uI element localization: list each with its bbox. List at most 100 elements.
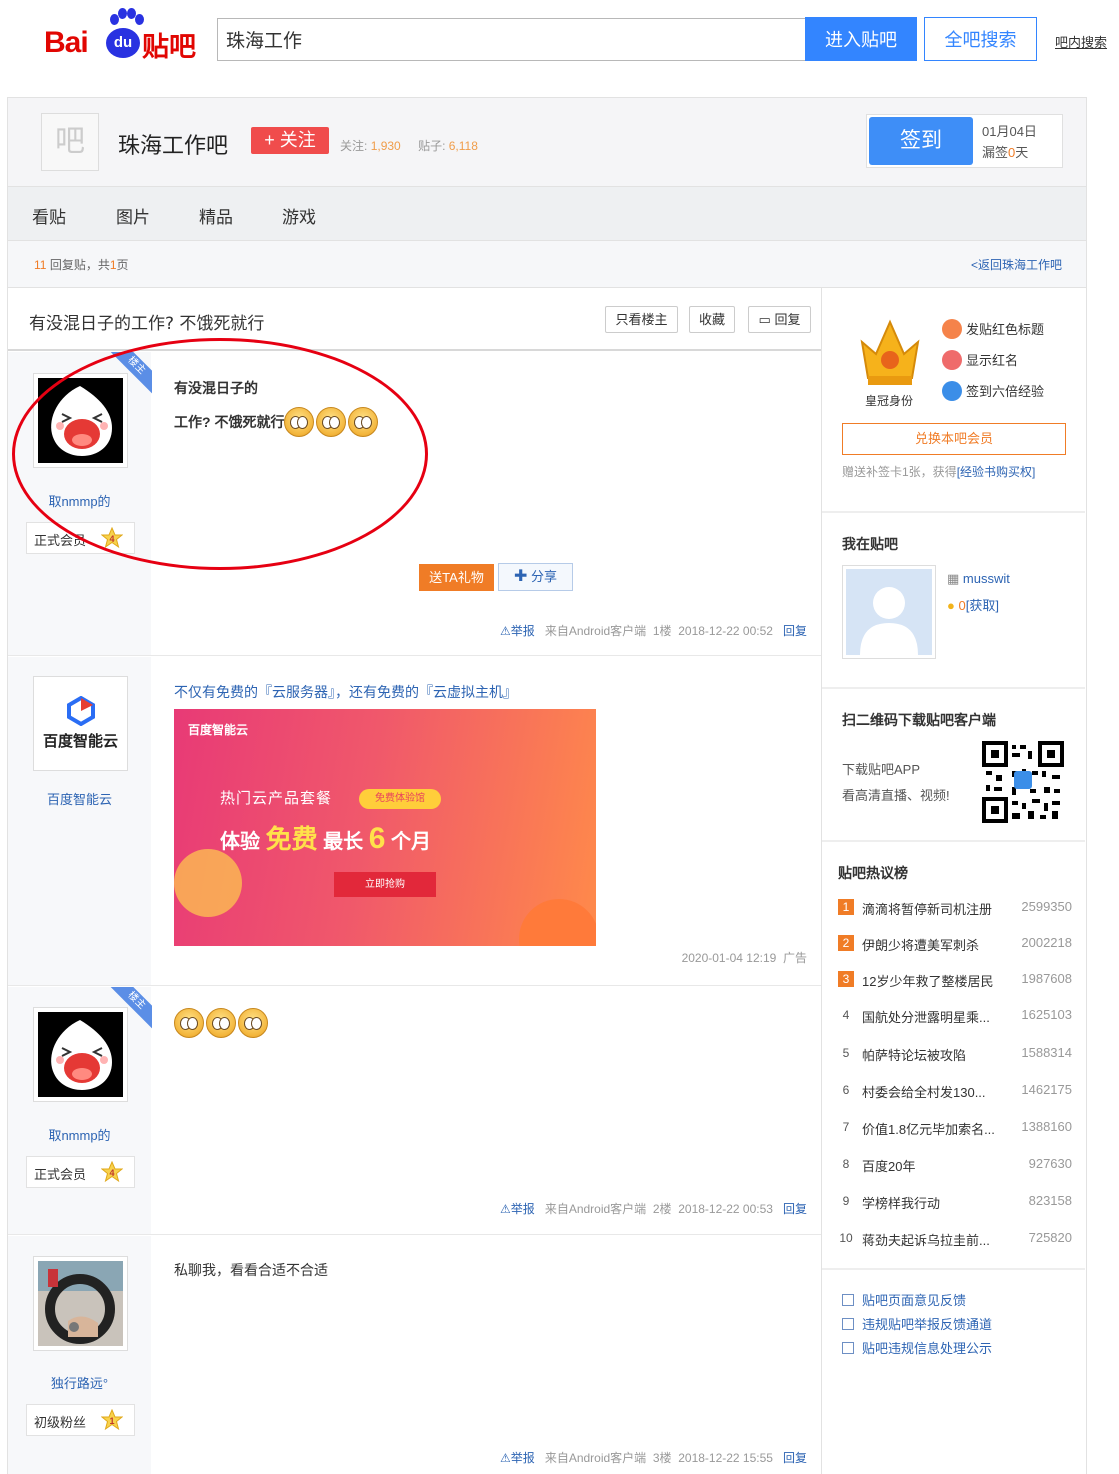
follow-button[interactable]: + 关注	[251, 127, 329, 154]
avatar[interactable]	[33, 1007, 128, 1102]
send-gift-button[interactable]: 送TA礼物	[419, 564, 494, 591]
hot-item[interactable]: 9 学榜样我行动 823158	[836, 1191, 1076, 1213]
reply-count: 11 回复贴，共1页	[34, 258, 129, 272]
tab-games[interactable]: 游戏	[282, 203, 316, 228]
user-avatar-image	[38, 1012, 123, 1097]
reply-link[interactable]: 回复	[783, 1202, 807, 1216]
only-op-button[interactable]: 只看楼主	[605, 306, 678, 333]
baidu-cloud-icon	[66, 696, 95, 726]
hot-item[interactable]: 10 蒋劲夫起诉乌拉圭前... 725820	[836, 1228, 1076, 1250]
post-content: 私聊我，看看合适不合适	[174, 1262, 328, 1278]
sidebar: 皇冠身份 发贴红色标题 显示红名 签到六倍经验 兑换本吧会员 赠送补签卡1张，获…	[822, 288, 1087, 1474]
top-bar: Bai du 贴吧 进入贴吧 全吧搜索 吧内搜索	[0, 0, 1119, 80]
ad-tag: 免费体验馆	[359, 789, 441, 809]
emoji-icon	[238, 1008, 268, 1038]
annotation-circle	[12, 338, 428, 570]
thread-title-bar: 有没混日子的工作? 不饿死就行 只看楼主 收藏 ▭ 回复	[8, 288, 821, 351]
share-button[interactable]: ✚ 分享	[498, 563, 573, 591]
plus-icon: ✚	[513, 568, 528, 585]
my-avatar[interactable]	[842, 565, 936, 659]
hot-item[interactable]: 4 国航处分泄露明星乘... 1625103	[836, 1005, 1076, 1027]
emoji-icon	[174, 1008, 204, 1038]
reply-link[interactable]: 回复	[783, 624, 807, 638]
hot-item[interactable]: 5 帕萨特论坛被攻陷 1588314	[836, 1043, 1076, 1065]
hot-item[interactable]: 8 百度20年 927630	[836, 1154, 1076, 1176]
star-level-icon: 4	[101, 1161, 123, 1183]
forum-header: 吧 珠海工作吧 + 关注 关注: 1,930 贴子: 6,118 签到 01月0…	[7, 97, 1087, 187]
ad-tail: 2020-01-04 12:19 广告	[681, 951, 807, 965]
hot-list-box: 贴吧热议榜 1 滴滴将暂停新司机注册 2599350 2 伊朗少将遭美军刺杀 20022…	[822, 842, 1085, 1270]
my-tieba-box: 我在贴吧 ▦ musswit ● 0[获取]	[822, 513, 1085, 689]
ad-banner[interactable]: 百度智能云 热门云产品套餐 免费体验馆 体验 免费 最长 6 个月 立即抢购	[174, 709, 596, 946]
hot-item[interactable]: 2 伊朗少将遭美军刺杀 2002218	[836, 933, 1076, 955]
thread-title: 有没混日子的工作? 不饿死就行	[29, 314, 265, 334]
follow-count: 1,930	[370, 139, 401, 153]
star-level-icon: 1	[101, 1409, 123, 1431]
qr-box: 扫二维码下载贴吧客户端 下载贴吧APP 看高清直播、视频!	[822, 689, 1085, 842]
report-icon	[842, 1318, 854, 1330]
forum-name[interactable]: 珠海工作吧	[118, 128, 228, 160]
ad-floor: 百度智能云 百度智能云 不仅有免费的『云服务器』，还有免费的『云虚拟主机』 百度…	[8, 657, 821, 986]
username[interactable]: 取nmmp的	[8, 1125, 151, 1144]
post-tail: ⚠举报 来自Android客户端 2楼 2018-12-22 00:53 回复	[500, 1202, 807, 1216]
post-tail: ⚠举报 来自Android客户端 1楼 2018-12-22 00:52 回复	[500, 624, 807, 638]
coin-icon: ●	[947, 598, 955, 613]
sign-exp-icon	[942, 381, 962, 401]
checkin-panel: 签到 01月04日 漏签0天	[866, 114, 1063, 168]
tab-images[interactable]: 图片	[116, 203, 150, 228]
reply-button[interactable]: ▭ 回复	[748, 306, 811, 333]
report-link[interactable]: ⚠举报	[500, 1451, 535, 1465]
forum-nav: 看贴 图片 精品 游戏	[7, 187, 1087, 240]
ad-buy-button: 立即抢购	[334, 872, 436, 897]
user-avatar-image	[38, 1261, 123, 1346]
reply-link[interactable]: 回复	[783, 1451, 807, 1465]
feedback-link[interactable]: 贴吧页面意见反馈	[842, 1290, 966, 1309]
report-channel-link[interactable]: 违规贴吧举报反馈通道	[842, 1314, 992, 1333]
vip-box: 皇冠身份 发贴红色标题 显示红名 签到六倍经验 兑换本吧会员 赠送补签卡1张，获…	[822, 288, 1085, 513]
back-to-forum-link[interactable]: <返回珠海工作吧	[971, 256, 1062, 273]
ad-text-link[interactable]: 不仅有免费的『云服务器』，还有免费的『云虚拟主机』	[174, 682, 517, 702]
forum-avatar[interactable]: 吧	[41, 113, 99, 171]
floor-post: 楼主 取nmmp的 正式会员 4 ⚠举报 来自Android客户端 2楼 201…	[8, 987, 821, 1235]
user-level-icon: ▦	[947, 571, 960, 586]
edit-icon	[842, 1294, 854, 1306]
hot-item[interactable]: 6 村委会给全村发130... 1462175	[836, 1080, 1076, 1102]
red-title-icon	[942, 319, 962, 339]
default-user-icon	[846, 569, 932, 655]
emoji-icon	[206, 1008, 236, 1038]
redeem-vip-button[interactable]: 兑换本吧会员	[842, 423, 1066, 455]
post-content	[174, 1008, 270, 1038]
checkin-button[interactable]: 签到	[869, 117, 973, 165]
my-username[interactable]: musswit	[963, 571, 1010, 586]
exp-book-link[interactable]: [经验书购买权]	[957, 465, 1036, 479]
report-link[interactable]: ⚠举报	[500, 624, 535, 638]
ad-avatar[interactable]: 百度智能云	[33, 676, 128, 771]
level-badge[interactable]: 正式会员 4	[26, 1156, 135, 1188]
report-link[interactable]: ⚠举报	[500, 1202, 535, 1216]
trash-icon	[842, 1342, 854, 1354]
pager-bar: 11 回复贴，共1页 <返回珠海工作吧	[7, 240, 1087, 288]
comment-icon: ▭	[758, 312, 771, 327]
paw-icon	[108, 8, 144, 28]
hot-item[interactable]: 3 12岁少年救了整楼居民 1987608	[836, 969, 1076, 991]
search-all-button[interactable]: 全吧搜索	[924, 17, 1037, 61]
inner-search-link[interactable]: 吧内搜索	[1055, 32, 1107, 51]
tab-featured[interactable]: 精品	[199, 203, 233, 228]
post-count: 6,118	[448, 139, 478, 153]
floor-post: 独行路远° 初级粉丝 1 私聊我，看看合适不合适 ⚠举报 来自Android客户…	[8, 1236, 821, 1474]
search-input[interactable]	[217, 18, 807, 61]
forum-stats: 关注: 1,930 贴子: 6,118	[340, 139, 478, 153]
enter-forum-button[interactable]: 进入贴吧	[805, 17, 917, 61]
tab-posts[interactable]: 看贴	[32, 203, 66, 228]
hot-item[interactable]: 7 价值1.8亿元毕加索名... 1388160	[836, 1117, 1076, 1139]
ad-username[interactable]: 百度智能云	[8, 789, 151, 808]
get-coins-link[interactable]: [获取]	[966, 598, 999, 613]
violation-notice-link[interactable]: 贴吧违规信息处理公示	[842, 1338, 992, 1357]
avatar[interactable]	[33, 1256, 128, 1351]
favorite-button[interactable]: 收藏	[689, 306, 735, 333]
baidu-tieba-logo[interactable]: Bai du 贴吧	[44, 8, 199, 63]
hot-item[interactable]: 1 滴滴将暂停新司机注册 2599350	[836, 897, 1076, 919]
feedback-box: 贴吧页面意见反馈 违规贴吧举报反馈通道 贴吧违规信息处理公示	[822, 1270, 1085, 1390]
level-badge[interactable]: 初级粉丝 1	[26, 1404, 135, 1436]
username[interactable]: 独行路远°	[8, 1373, 151, 1392]
